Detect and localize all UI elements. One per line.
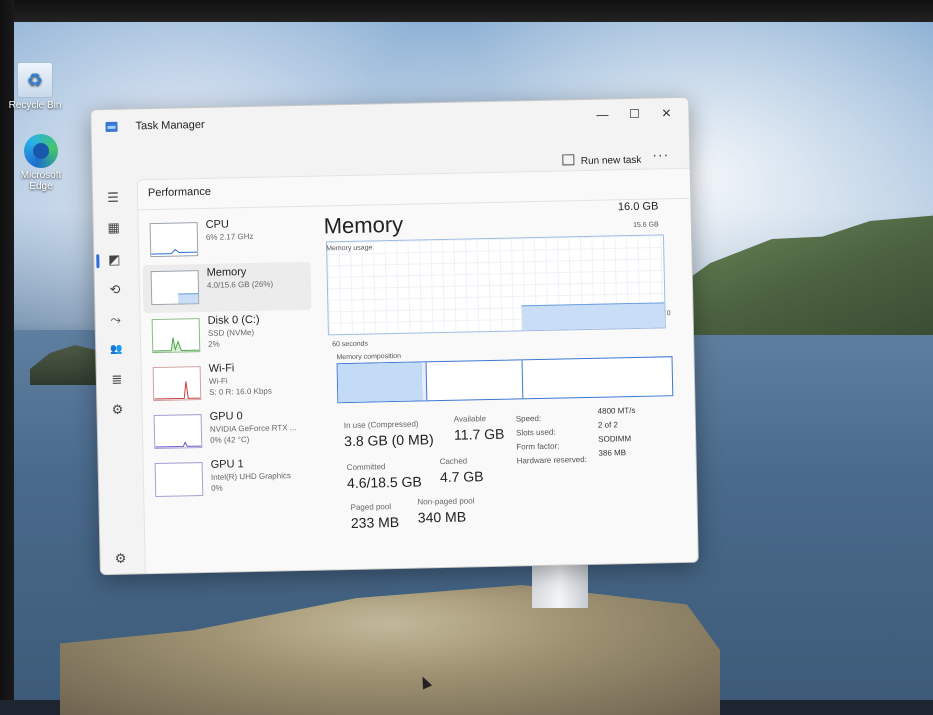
stat-value: 233 MB (350, 513, 400, 531)
cpu-thumbnail-graph (149, 222, 199, 258)
resource-cpu[interactable]: CPU 6% 2.17 GHz (141, 214, 310, 266)
form-factor-value: SODIMM (598, 434, 632, 444)
resource-detail: Intel(R) UHD Graphics (210, 471, 292, 482)
resource-detail-2: 0% (42 °C) (210, 435, 250, 445)
resource-detail: 6% 2.17 GHz (205, 231, 254, 242)
resource-name: GPU 1 (210, 458, 244, 471)
stat-paged-pool: Paged pool 233 MB (350, 502, 399, 531)
memory-details-values: 4800 MT/s 2 of 2 SODIMM 386 MB (598, 406, 637, 463)
memory-total: 16.0 GB (617, 200, 659, 214)
stat-label: In use (Compressed) (343, 419, 419, 431)
processes-icon[interactable]: ▦ (103, 218, 123, 238)
resource-name: Memory (206, 266, 247, 279)
composition-standby[interactable] (425, 360, 524, 401)
gpu0-thumbnail-graph (153, 414, 203, 450)
graph-time-label: 60 seconds (332, 340, 369, 349)
page-title: Performance (147, 185, 212, 200)
desktop-icon-label: Recycle Bin (8, 100, 62, 111)
performance-icon[interactable]: ◩ (104, 250, 124, 270)
window-title: Task Manager (135, 118, 205, 133)
users-icon[interactable]: 👥 (106, 340, 126, 360)
recycle-bin-icon: ♻ (17, 62, 53, 98)
resource-detail: NVIDIA GeForce RTX ... (209, 423, 297, 434)
memory-details-labels: Speed: Slots used: Form factor: Hardware… (516, 413, 587, 470)
memory-composition-bar (336, 356, 674, 404)
run-task-icon (562, 154, 575, 166)
resource-memory[interactable]: Memory 4.0/15.6 GB (26%) (142, 261, 312, 314)
resource-name: CPU (205, 218, 229, 231)
memory-thumbnail-graph (150, 270, 200, 306)
resource-detail-2: S: 0 R: 16.0 Kbps (209, 386, 272, 397)
desktop-icon-recycle-bin[interactable]: ♻ Recycle Bin (2, 62, 68, 111)
speed-label: Speed: (515, 413, 542, 424)
stat-value: 4.7 GB (439, 468, 484, 486)
gpu1-thumbnail-graph (154, 462, 204, 498)
stat-label: Non-paged pool (417, 496, 475, 507)
monitor-bezel-top (0, 0, 933, 22)
memory-usage-max: 15.6 GB (632, 221, 659, 229)
memory-usage-graph (326, 234, 666, 336)
task-manager-app-icon (105, 121, 118, 133)
run-new-task-button[interactable]: Run new task (562, 153, 642, 168)
stat-committed: Committed 4.6/18.5 GB (347, 461, 422, 491)
stat-nonpaged-pool: Non-paged pool 340 MB (417, 496, 475, 525)
resource-detail-2: 0% (211, 483, 223, 493)
settings-icon[interactable]: ⚙ (110, 549, 130, 569)
run-new-task-label: Run new task (580, 154, 642, 168)
slots-value: 2 of 2 (597, 420, 619, 430)
app-history-icon[interactable]: ⟲ (105, 280, 125, 300)
stat-label: Committed (346, 462, 386, 473)
resource-detail: Wi-Fi (208, 376, 228, 386)
stat-label: Paged pool (350, 502, 392, 512)
minimize-button[interactable]: — (588, 104, 616, 125)
memory-composition-label: Memory composition (336, 352, 402, 362)
memory-usage-label: Memory usage (326, 244, 373, 253)
stat-value: 4.6/18.5 GB (346, 473, 422, 492)
resource-detail: 4.0/15.6 GB (26%) (206, 279, 274, 290)
details-icon[interactable]: ≣ (107, 370, 127, 390)
desktop-icon-edge[interactable]: Microsoft Edge (8, 134, 74, 192)
resource-wifi[interactable]: Wi-Fi Wi-Fi S: 0 R: 16.0 Kbps (144, 358, 313, 410)
task-manager-window: Task Manager — ☐ ✕ ☰ ▦ ◩ ⟲ ⤳ 👥 ≣ ⚙ ⚙ Run… (90, 96, 699, 576)
stat-value: 340 MB (417, 508, 467, 526)
resource-gpu0[interactable]: GPU 0 NVIDIA GeForce RTX ... 0% (42 °C) (145, 406, 314, 458)
startup-apps-icon[interactable]: ⤳ (105, 310, 125, 330)
more-options-button[interactable]: ··· (652, 146, 669, 162)
resource-detail: SSD (NVMe) (207, 327, 255, 338)
stat-value: 3.8 GB (0 MB) (344, 431, 434, 450)
stat-in-use: In use (Compressed) 3.8 GB (0 MB) (343, 419, 434, 450)
stat-value: 11.7 GB (453, 425, 505, 443)
stat-available: Available 11.7 GB (454, 414, 505, 443)
resource-detail-2: 2% (208, 339, 220, 349)
maximize-button[interactable]: ☐ (620, 104, 648, 125)
nav-rail: ☰ ▦ ◩ ⟲ ⤳ 👥 ≣ ⚙ ⚙ (92, 143, 141, 574)
stat-label: Cached (439, 456, 468, 467)
wifi-thumbnail-graph (152, 366, 202, 402)
form-factor-label: Form factor: (516, 441, 560, 452)
speed-value: 4800 MT/s (597, 405, 636, 416)
slots-label: Slots used: (515, 427, 556, 438)
edge-icon (24, 134, 58, 168)
graph-zero-label: 0 (666, 310, 671, 318)
resource-disk[interactable]: Disk 0 (C:) SSD (NVMe) 2% (143, 310, 312, 362)
resource-list: CPU 6% 2.17 GHz Memory 4.0/15.6 GB (26%)… (141, 214, 315, 505)
hamburger-menu-icon[interactable]: ☰ (103, 188, 123, 208)
memory-heading: Memory (323, 211, 404, 239)
services-icon[interactable]: ⚙ (107, 400, 127, 420)
hardware-reserved-label: Hardware reserved: (516, 454, 587, 466)
close-button[interactable]: ✕ (652, 103, 680, 124)
stat-label: Available (453, 414, 487, 424)
disk-thumbnail-graph (151, 318, 201, 354)
stat-cached: Cached 4.7 GB (439, 456, 484, 486)
memory-usage-fill (521, 302, 665, 331)
desktop-icon-label: Microsoft Edge (20, 170, 62, 192)
composition-in-use[interactable] (337, 362, 424, 403)
resource-name: Disk 0 (C:) (207, 313, 260, 327)
resource-gpu1[interactable]: GPU 1 Intel(R) UHD Graphics 0% (146, 454, 315, 506)
resource-name: GPU 0 (209, 410, 243, 423)
resource-name: Wi-Fi (208, 362, 235, 375)
hardware-reserved-value: 386 MB (598, 448, 627, 458)
